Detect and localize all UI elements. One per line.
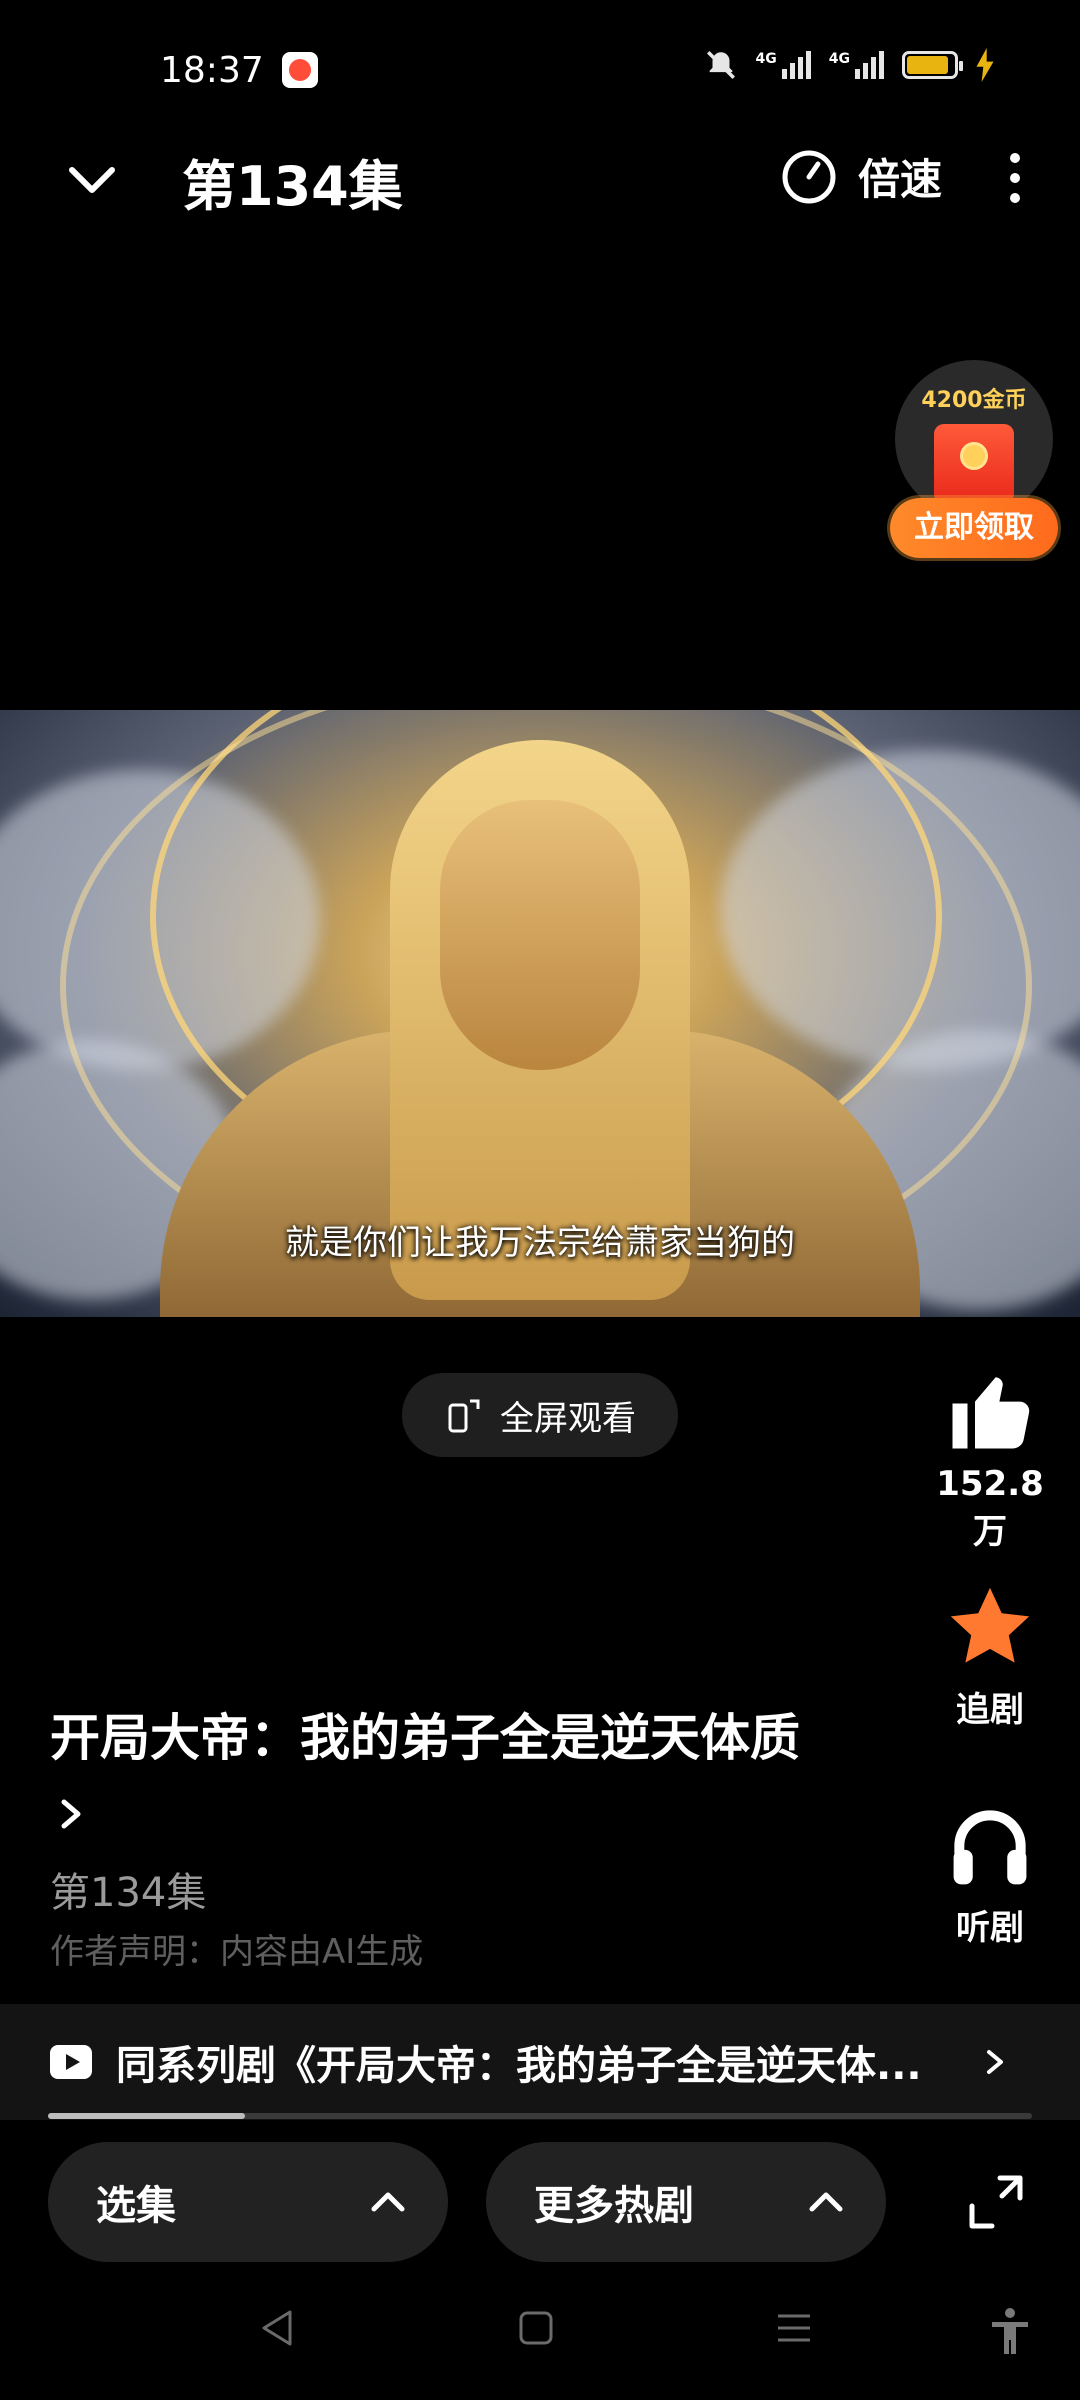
fullscreen-label: 全屏观看 xyxy=(500,1398,636,1439)
nav-home-icon[interactable] xyxy=(514,2306,558,2350)
like-button[interactable]: 152.8万 xyxy=(920,1366,1060,1553)
coin-reward-badge[interactable]: 4200金币 立即领取 xyxy=(890,360,1058,560)
episodes-label: 选集 xyxy=(96,2183,176,2229)
more-vert-icon[interactable] xyxy=(1000,148,1030,208)
mute-icon xyxy=(706,50,735,80)
status-indicators: 4G 4G xyxy=(704,48,994,82)
status-time: 18:37 xyxy=(160,50,264,91)
like-count: 152.8万 xyxy=(936,1464,1044,1552)
figure-face xyxy=(440,800,640,1070)
speed-icon xyxy=(782,150,836,203)
chevron-up-icon xyxy=(809,2192,843,2212)
speed-button[interactable]: 倍速 xyxy=(780,146,942,207)
more-shows-label: 更多热剧 xyxy=(534,2183,694,2229)
listen-button[interactable]: 听剧 xyxy=(920,1800,1060,1949)
episodes-button[interactable]: 选集 xyxy=(48,2142,448,2262)
star-icon xyxy=(950,1587,1030,1663)
follow-label: 追剧 xyxy=(956,1690,1024,1730)
speed-label: 倍速 xyxy=(858,155,943,204)
chevron-right-icon xyxy=(61,1799,81,1828)
like-icon xyxy=(952,1377,1030,1449)
progress-fill xyxy=(48,2113,245,2119)
signal-4g-2: 4G xyxy=(829,51,884,79)
listen-label: 听剧 xyxy=(956,1908,1024,1948)
show-title-text: 开局大帝：我的弟子全是逆天体质 xyxy=(50,1709,800,1767)
charging-icon xyxy=(976,48,994,82)
series-text: 同系列剧《开局大帝：我的弟子全是逆天体... xyxy=(116,2043,922,2089)
playback-progress[interactable] xyxy=(48,2113,1032,2119)
nav-back-icon[interactable] xyxy=(256,2306,300,2350)
chevron-up-icon xyxy=(371,2192,405,2212)
episode-label: 第134集 xyxy=(50,1870,207,1916)
author-disclaimer: 作者声明：内容由AI生成 xyxy=(50,1932,424,1972)
chevron-down-icon[interactable] xyxy=(62,150,122,210)
battery-icon xyxy=(902,51,963,79)
video-subtitle: 就是你们让我万法宗给萧家当狗的 xyxy=(285,1223,795,1263)
follow-button[interactable]: 追剧 xyxy=(920,1580,1060,1731)
show-title[interactable]: 开局大帝：我的弟子全是逆天体质 xyxy=(50,1702,850,1846)
red-envelope-icon xyxy=(934,424,1014,504)
fullscreen-button[interactable]: 全屏观看 xyxy=(402,1373,678,1457)
nav-menu-icon[interactable] xyxy=(772,2306,816,2350)
more-shows-button[interactable]: 更多热剧 xyxy=(486,2142,886,2262)
app-notification-icon xyxy=(282,52,318,88)
expand-icon[interactable] xyxy=(966,2172,1026,2232)
play-icon xyxy=(50,2045,92,2079)
page-title: 第134集 xyxy=(182,155,403,218)
fullscreen-rotate-icon xyxy=(448,1399,480,1433)
video-player[interactable]: 就是你们让我万法宗给萧家当狗的 xyxy=(0,710,1080,1317)
coin-amount: 4200金币 xyxy=(921,388,1027,413)
accessibility-icon[interactable] xyxy=(988,2306,1032,2356)
chevron-right-icon xyxy=(987,2050,1003,2074)
series-banner[interactable]: 同系列剧《开局大帝：我的弟子全是逆天体... xyxy=(0,2004,1080,2120)
headphones-icon xyxy=(953,1810,1027,1885)
claim-button[interactable]: 立即领取 xyxy=(890,498,1058,558)
signal-4g-1: 4G xyxy=(756,51,811,79)
